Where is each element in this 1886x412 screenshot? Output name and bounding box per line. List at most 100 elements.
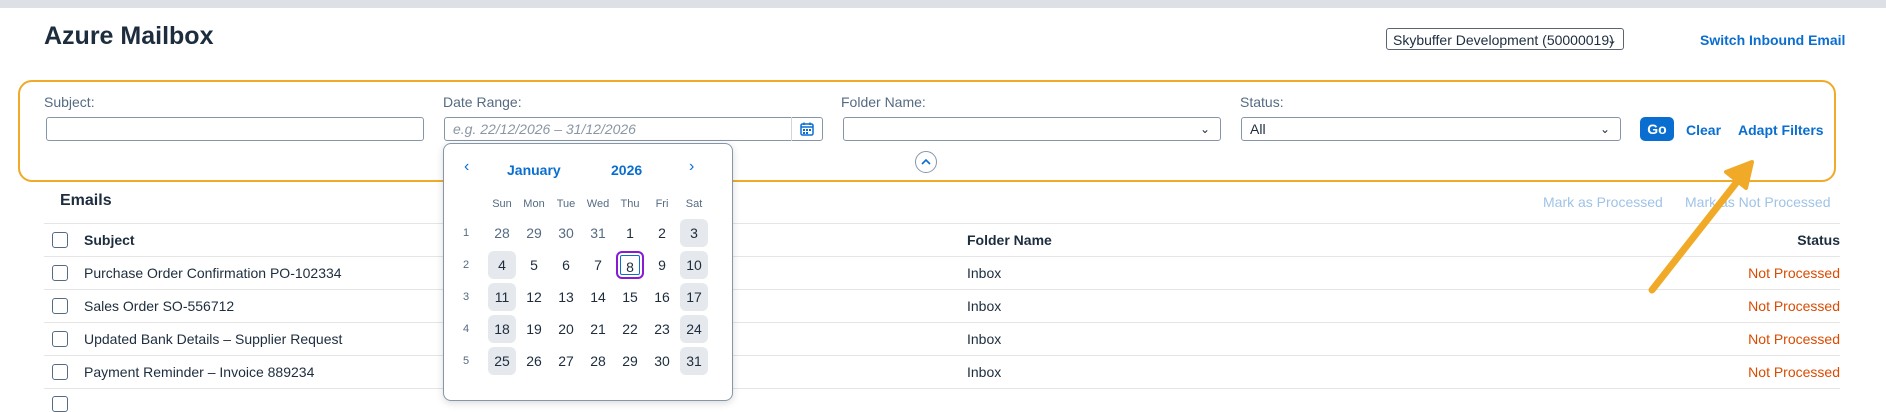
calendar-day[interactable]: 29 — [616, 347, 644, 375]
calendar-day[interactable]: 28 — [584, 347, 612, 375]
table-row[interactable] — [44, 388, 1840, 412]
emails-table-title: Emails — [60, 192, 112, 209]
row-subject: Updated Bank Details – Supplier Request — [84, 331, 343, 347]
calendar-day[interactable]: 6 — [552, 251, 580, 279]
week-number: 3 — [462, 291, 470, 303]
calendar-day[interactable]: 14 — [584, 283, 612, 311]
row-subject: Payment Reminder – Invoice 889234 — [84, 364, 315, 380]
previous-month-button[interactable]: ‹ — [464, 158, 469, 176]
adapt-filters-button[interactable]: Adapt Filters — [1738, 122, 1824, 138]
status-value: All — [1250, 121, 1266, 137]
calendar-day[interactable]: 22 — [616, 315, 644, 343]
calendar-day[interactable]: 24 — [680, 315, 708, 343]
calendar-day[interactable]: 27 — [552, 347, 580, 375]
calendar-day[interactable]: 31 — [584, 219, 612, 247]
switch-inbound-email-link[interactable]: Switch Inbound Email — [1700, 32, 1845, 48]
column-header-subject[interactable]: Subject — [84, 232, 135, 248]
status-select[interactable]: All ⌄ — [1241, 117, 1621, 141]
week-number: 5 — [462, 355, 470, 367]
weekday-header: Tue — [556, 198, 576, 210]
calendar-day[interactable]: 7 — [584, 251, 612, 279]
calendar-day[interactable]: 17 — [680, 283, 708, 311]
calendar-day[interactable]: 30 — [552, 219, 580, 247]
calendar-month-button[interactable]: January — [507, 162, 561, 178]
go-button[interactable]: Go — [1640, 117, 1674, 141]
date-range-input[interactable]: e.g. 22/12/2026 – 31/12/2026 — [444, 117, 823, 141]
calendar-day[interactable]: 9 — [648, 251, 676, 279]
column-header-folder[interactable]: Folder Name — [967, 232, 1052, 248]
calendar-day[interactable]: 28 — [488, 219, 516, 247]
table-row[interactable]: Payment Reminder – Invoice 889234 Inbox … — [44, 355, 1840, 389]
row-checkbox[interactable] — [52, 396, 68, 412]
folder-name-label: Folder Name: — [841, 94, 926, 110]
row-status: Not Processed — [1748, 298, 1840, 314]
calendar-day[interactable]: 19 — [520, 315, 548, 343]
subject-label: Subject: — [44, 94, 95, 110]
calendar-day[interactable]: 31 — [680, 347, 708, 375]
row-folder: Inbox — [967, 331, 1002, 347]
weekday-header: Sun — [492, 198, 512, 210]
system-select[interactable]: Skybuffer Development (50000019) ⌄ — [1386, 28, 1624, 50]
calendar-day[interactable]: 23 — [648, 315, 676, 343]
next-month-button[interactable]: › — [689, 158, 694, 176]
calendar-year-button[interactable]: 2026 — [611, 162, 642, 178]
folder-name-select[interactable]: ⌄ — [843, 117, 1221, 141]
calendar-day[interactable]: 29 — [520, 219, 548, 247]
row-folder: Inbox — [967, 298, 1002, 314]
table-row[interactable]: Updated Bank Details – Supplier Request … — [44, 322, 1840, 356]
calendar-day[interactable]: 3 — [680, 219, 708, 247]
row-folder: Inbox — [967, 265, 1002, 281]
calendar-day[interactable]: 21 — [584, 315, 612, 343]
select-all-checkbox[interactable] — [52, 232, 68, 248]
row-checkbox[interactable] — [52, 364, 68, 380]
weekday-header: Mon — [523, 198, 545, 210]
calendar-day[interactable]: 18 — [488, 315, 516, 343]
calendar-day[interactable]: 10 — [680, 251, 708, 279]
table-row[interactable]: Purchase Order Confirmation PO-102334 In… — [44, 256, 1840, 290]
row-checkbox[interactable] — [52, 298, 68, 314]
row-folder: Inbox — [967, 364, 1002, 380]
calendar-day[interactable]: 4 — [488, 251, 516, 279]
top-shell-bar — [0, 0, 1886, 8]
week-number: 1 — [462, 227, 470, 239]
calendar-day[interactable]: 30 — [648, 347, 676, 375]
calendar-day[interactable]: 1 — [616, 219, 644, 247]
calendar-day[interactable]: 12 — [520, 283, 548, 311]
calendar-day[interactable]: 25 — [488, 347, 516, 375]
row-status: Not Processed — [1748, 364, 1840, 380]
weekday-header: Fri — [655, 198, 669, 210]
row-status: Not Processed — [1748, 265, 1840, 281]
calendar-day[interactable]: 2 — [648, 219, 676, 247]
week-number: 2 — [462, 259, 470, 271]
weekday-header: Sat — [685, 198, 703, 210]
calendar-day[interactable]: 15 — [616, 283, 644, 311]
status-label: Status: — [1240, 94, 1284, 110]
chevron-down-icon: ⌄ — [1606, 33, 1617, 47]
chevron-down-icon: ⌄ — [1199, 122, 1210, 136]
week-number: 4 — [462, 323, 470, 335]
calendar-day[interactable]: 13 — [552, 283, 580, 311]
clear-button[interactable]: Clear — [1686, 122, 1721, 138]
row-checkbox[interactable] — [52, 331, 68, 347]
table-row[interactable]: Sales Order SO-556712 Inbox Not Processe… — [44, 289, 1840, 323]
calendar-day[interactable]: 11 — [488, 283, 516, 311]
calendar-day[interactable]: 26 — [520, 347, 548, 375]
mark-as-processed-button[interactable]: Mark as Processed — [1543, 194, 1663, 210]
mark-as-not-processed-button[interactable]: Mark as Not Processed — [1685, 194, 1831, 210]
collapse-filters-button[interactable] — [915, 151, 937, 173]
row-subject: Purchase Order Confirmation PO-102334 — [84, 265, 342, 281]
date-picker-popover: ‹ January 2026 › Sun Mon Tue Wed Thu Fri… — [443, 143, 733, 401]
calendar-day[interactable]: 20 — [552, 315, 580, 343]
row-status: Not Processed — [1748, 331, 1840, 347]
row-checkbox[interactable] — [52, 265, 68, 281]
subject-input[interactable] — [46, 117, 424, 141]
column-header-status[interactable]: Status — [1797, 232, 1840, 248]
calendar-day[interactable]: 8 — [616, 251, 644, 279]
system-select-value: Skybuffer Development (50000019) — [1393, 32, 1614, 48]
calendar-day[interactable]: 16 — [648, 283, 676, 311]
calendar-day[interactable]: 5 — [520, 251, 548, 279]
chevron-up-icon — [921, 158, 931, 165]
calendar-button[interactable] — [791, 117, 822, 141]
weekday-header: Wed — [586, 198, 610, 210]
row-subject: Sales Order SO-556712 — [84, 298, 235, 314]
